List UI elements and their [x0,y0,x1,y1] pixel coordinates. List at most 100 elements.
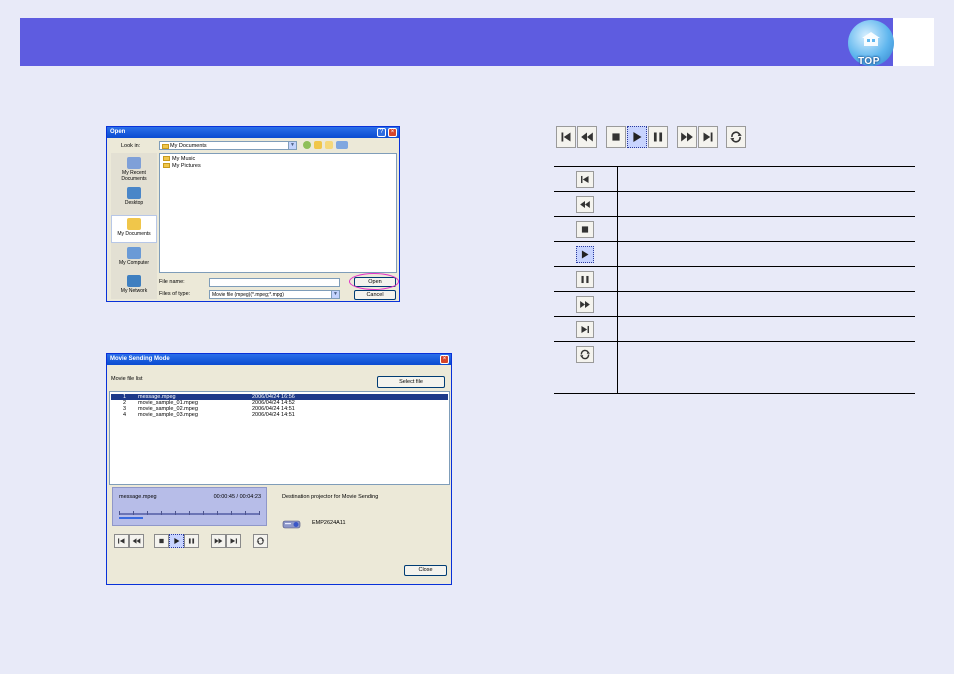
place-label: My Documents [117,231,151,237]
place-desktop[interactable]: Desktop [111,185,157,213]
skip-forward-button[interactable] [698,126,718,148]
place-label: Desktop [124,200,144,206]
chevron-down-icon[interactable]: ▼ [288,142,296,149]
stop-button[interactable] [154,534,169,548]
pause-icon [653,132,663,142]
files-of-type-label: Files of type: [159,291,191,297]
pause-icon [188,538,195,544]
file-name: My Music [172,156,196,162]
skip-forward-icon [703,132,713,142]
row-date: 2006/04/24 14:51 [252,412,295,418]
file-name-input[interactable] [209,278,340,287]
pause-button[interactable] [648,126,668,148]
look-in-select[interactable]: My Documents ▼ [159,141,297,150]
top-link[interactable]: TOP [858,56,880,67]
up-folder-icon[interactable] [314,141,322,149]
player-current-file: message.mpeg [119,494,157,500]
place-my-network[interactable]: My Network [111,273,157,301]
legend-row [554,316,915,342]
fast-forward-button[interactable] [677,126,697,148]
chevron-down-icon[interactable]: ▼ [331,291,339,298]
repeat-button[interactable] [253,534,268,548]
back-icon[interactable] [303,141,311,149]
player-panel: message.mpeg 00:00:45 / 00:04:23 [112,487,267,526]
rewind-button[interactable] [577,126,597,148]
toolbar-icons [303,141,363,150]
legend-row [554,216,915,242]
repeat-icon [730,131,742,143]
stop-icon [159,538,164,544]
list-item[interactable]: My Pictures [163,163,201,169]
files-of-type-value: Movie file (mpeg)(*.mpeg;*.mpg) [212,292,284,298]
header-bar [20,18,934,66]
my-network-icon [127,275,141,287]
play-button[interactable] [169,534,184,548]
skip-back-icon [581,175,589,184]
play-icon [633,132,642,142]
rewind-button[interactable] [129,534,144,548]
play-button[interactable] [627,126,647,148]
close-icon[interactable]: × [388,128,397,137]
file-name-label: File name: [159,279,185,285]
rewind-icon [580,200,590,209]
seek-progress [119,517,143,519]
table-row[interactable]: 4 movie_sample_03.mpeg 2006/04/24 14:51 [111,412,448,418]
skip-back-icon [561,132,571,142]
movie-file-list[interactable]: 1 message.mpeg 2006/04/24 16:56 2 movie_… [109,391,450,485]
legend-row [554,291,915,317]
select-file-button[interactable]: Select file [377,376,445,388]
my-documents-icon [127,218,141,230]
row-file: movie_sample_03.mpeg [138,412,198,418]
pause-button[interactable] [184,534,199,548]
movie-file-list-label: Movie file list [111,376,143,382]
fast-forward-icon [681,132,693,142]
seek-slider[interactable] [119,510,260,519]
legend-row [554,341,915,394]
stop-button[interactable] [606,126,626,148]
fast-forward-icon [214,538,223,544]
legend-row [554,241,915,267]
place-my-documents[interactable]: My Documents [111,215,157,243]
list-item[interactable]: My Music [163,156,195,162]
place-my-computer[interactable]: My Computer [111,245,157,273]
skip-back-button[interactable] [114,534,129,548]
skip-forward-icon [230,538,237,544]
places-bar: My Recent Documents Desktop My Documents… [111,153,157,299]
legend-bottom-border [554,393,915,394]
pause-icon [581,275,589,284]
close-button[interactable]: Close [404,565,447,576]
new-folder-icon[interactable] [325,141,333,149]
place-recent-documents[interactable]: My Recent Documents [111,155,157,183]
legend-row [554,266,915,292]
open-dialog-title: Open [107,127,399,138]
place-label: My Recent Documents [121,170,147,182]
button-legend-table [554,166,915,394]
projector-icon [282,520,301,529]
open-button-highlight [349,273,399,290]
repeat-icon [256,537,265,545]
help-button[interactable]: ? [377,128,386,137]
folder-icon [162,144,169,149]
play-icon [174,538,180,544]
player-time: 00:00:45 / 00:04:23 [213,494,261,500]
skip-forward-button[interactable] [226,534,241,548]
skip-back-button[interactable] [556,126,576,148]
views-menu-icon[interactable] [336,141,348,149]
look-in-label: Look in: [121,143,141,149]
my-computer-icon [127,247,141,259]
header-page-box [893,18,934,66]
close-icon[interactable]: × [440,355,449,364]
file-list[interactable]: My Music My Pictures [159,153,397,273]
projector-name: EMP2624A11 [312,520,346,526]
fast-forward-button[interactable] [211,534,226,548]
repeat-icon [579,349,591,360]
file-name: My Pictures [172,163,201,169]
repeat-button[interactable] [726,126,746,148]
skip-forward-icon [581,325,589,334]
desktop-icon [127,187,141,199]
skip-back-icon [118,538,125,544]
stop-icon [581,226,589,233]
look-in-value: My Documents [170,143,207,149]
cancel-button[interactable]: Cancel [354,290,396,300]
files-of-type-select[interactable]: Movie file (mpeg)(*.mpeg;*.mpg) ▼ [209,290,340,299]
